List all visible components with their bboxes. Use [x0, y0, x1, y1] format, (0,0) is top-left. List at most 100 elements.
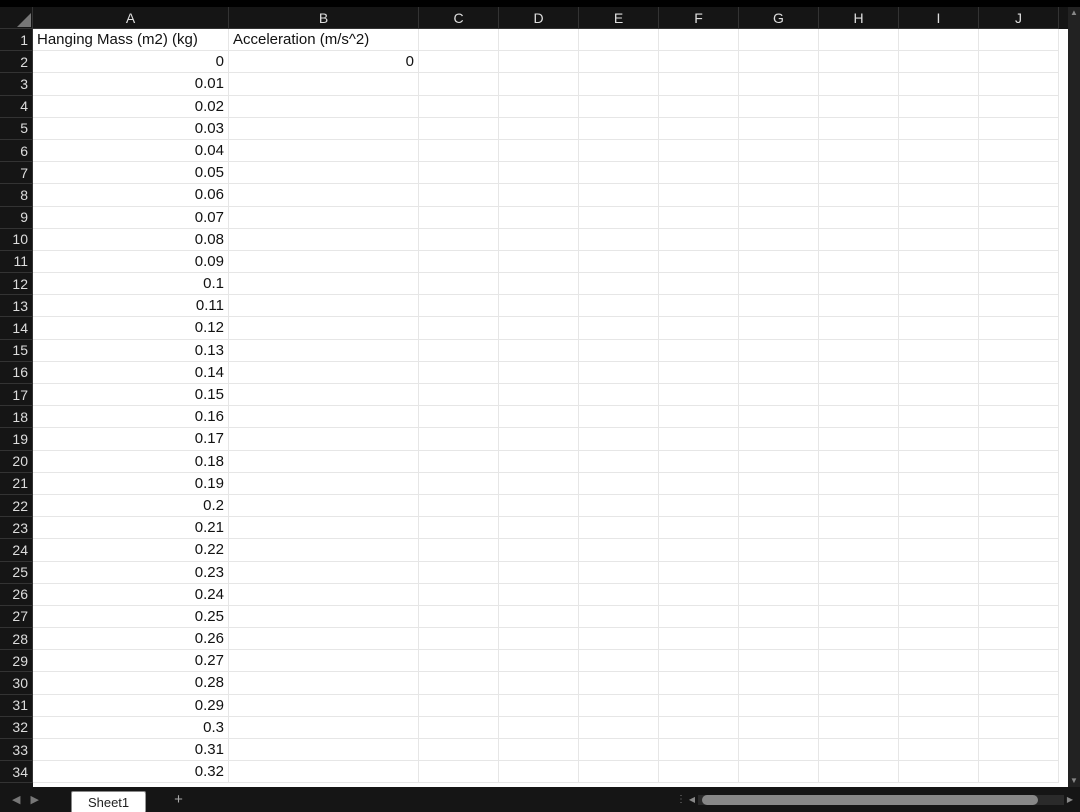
scrollbar-grip-icon[interactable]: ⋮: [676, 794, 686, 805]
cell-G34[interactable]: [739, 761, 819, 783]
cell-C23[interactable]: [419, 517, 499, 539]
cell-G33[interactable]: [739, 739, 819, 761]
cell-F10[interactable]: [659, 229, 739, 251]
cell-J30[interactable]: [979, 672, 1059, 694]
cell-F26[interactable]: [659, 584, 739, 606]
cell-B29[interactable]: [229, 650, 419, 672]
cell-H24[interactable]: [819, 539, 899, 561]
cell-G26[interactable]: [739, 584, 819, 606]
cell-G20[interactable]: [739, 451, 819, 473]
cell-F31[interactable]: [659, 695, 739, 717]
row-header-20[interactable]: 20: [0, 451, 33, 473]
cell-G30[interactable]: [739, 672, 819, 694]
cell-I28[interactable]: [899, 628, 979, 650]
cell-I19[interactable]: [899, 428, 979, 450]
cell-A8[interactable]: 0.06: [33, 184, 229, 206]
cell-H15[interactable]: [819, 340, 899, 362]
cell-I11[interactable]: [899, 251, 979, 273]
cell-E16[interactable]: [579, 362, 659, 384]
cell-F23[interactable]: [659, 517, 739, 539]
cell-J20[interactable]: [979, 451, 1059, 473]
cell-D12[interactable]: [499, 273, 579, 295]
select-all-triangle[interactable]: [0, 7, 33, 29]
cell-C33[interactable]: [419, 739, 499, 761]
cell-C34[interactable]: [419, 761, 499, 783]
cell-E6[interactable]: [579, 140, 659, 162]
cell-B22[interactable]: [229, 495, 419, 517]
cell-F2[interactable]: [659, 51, 739, 73]
cell-H2[interactable]: [819, 51, 899, 73]
cell-D1[interactable]: [499, 29, 579, 51]
scroll-up-arrow-icon[interactable]: ▲: [1068, 7, 1080, 19]
cell-J25[interactable]: [979, 562, 1059, 584]
cell-B14[interactable]: [229, 317, 419, 339]
cell-D16[interactable]: [499, 362, 579, 384]
cell-H20[interactable]: [819, 451, 899, 473]
cell-E2[interactable]: [579, 51, 659, 73]
cell-C28[interactable]: [419, 628, 499, 650]
cell-H16[interactable]: [819, 362, 899, 384]
cell-D24[interactable]: [499, 539, 579, 561]
cell-J13[interactable]: [979, 295, 1059, 317]
row-header-33[interactable]: 33: [0, 739, 33, 761]
cell-E23[interactable]: [579, 517, 659, 539]
cell-C32[interactable]: [419, 717, 499, 739]
cell-B2[interactable]: 0: [229, 51, 419, 73]
cell-A34[interactable]: 0.32: [33, 761, 229, 783]
cell-F27[interactable]: [659, 606, 739, 628]
cell-J28[interactable]: [979, 628, 1059, 650]
cell-I17[interactable]: [899, 384, 979, 406]
cell-G25[interactable]: [739, 562, 819, 584]
cell-A31[interactable]: 0.29: [33, 695, 229, 717]
cell-A22[interactable]: 0.2: [33, 495, 229, 517]
cell-F1[interactable]: [659, 29, 739, 51]
cell-G7[interactable]: [739, 162, 819, 184]
row-header-31[interactable]: 31: [0, 695, 33, 717]
cell-E11[interactable]: [579, 251, 659, 273]
cell-B30[interactable]: [229, 672, 419, 694]
cell-D19[interactable]: [499, 428, 579, 450]
cell-E32[interactable]: [579, 717, 659, 739]
cell-F28[interactable]: [659, 628, 739, 650]
cell-E26[interactable]: [579, 584, 659, 606]
cell-C19[interactable]: [419, 428, 499, 450]
cell-F34[interactable]: [659, 761, 739, 783]
column-header-B[interactable]: B: [229, 7, 419, 29]
cell-A30[interactable]: 0.28: [33, 672, 229, 694]
cell-H32[interactable]: [819, 717, 899, 739]
column-header-I[interactable]: I: [899, 7, 979, 29]
cell-J32[interactable]: [979, 717, 1059, 739]
cell-F17[interactable]: [659, 384, 739, 406]
cell-E33[interactable]: [579, 739, 659, 761]
cell-E28[interactable]: [579, 628, 659, 650]
cell-C1[interactable]: [419, 29, 499, 51]
cell-B5[interactable]: [229, 118, 419, 140]
cell-E21[interactable]: [579, 473, 659, 495]
cell-G16[interactable]: [739, 362, 819, 384]
row-header-15[interactable]: 15: [0, 340, 33, 362]
cell-D4[interactable]: [499, 96, 579, 118]
cell-C13[interactable]: [419, 295, 499, 317]
cell-J4[interactable]: [979, 96, 1059, 118]
cell-B23[interactable]: [229, 517, 419, 539]
cell-H1[interactable]: [819, 29, 899, 51]
cell-H29[interactable]: [819, 650, 899, 672]
cell-E27[interactable]: [579, 606, 659, 628]
cell-C2[interactable]: [419, 51, 499, 73]
cell-B10[interactable]: [229, 229, 419, 251]
cell-A29[interactable]: 0.27: [33, 650, 229, 672]
cell-C27[interactable]: [419, 606, 499, 628]
column-header-G[interactable]: G: [739, 7, 819, 29]
cell-B15[interactable]: [229, 340, 419, 362]
cell-A13[interactable]: 0.11: [33, 295, 229, 317]
cell-D8[interactable]: [499, 184, 579, 206]
cell-F16[interactable]: [659, 362, 739, 384]
cell-G12[interactable]: [739, 273, 819, 295]
cell-H3[interactable]: [819, 73, 899, 95]
row-header-17[interactable]: 17: [0, 384, 33, 406]
cell-F25[interactable]: [659, 562, 739, 584]
cell-J29[interactable]: [979, 650, 1059, 672]
row-header-7[interactable]: 7: [0, 162, 33, 184]
cell-D23[interactable]: [499, 517, 579, 539]
cell-F19[interactable]: [659, 428, 739, 450]
